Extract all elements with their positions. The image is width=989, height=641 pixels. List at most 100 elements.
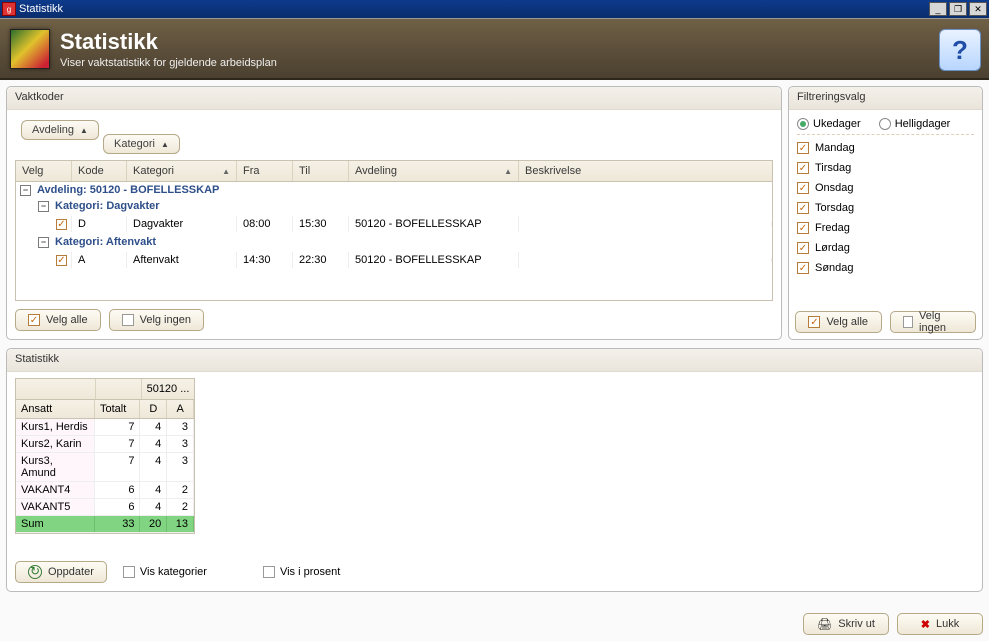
select-all-button[interactable]: ✓ Velg alle <box>15 309 101 331</box>
sort-asc-icon: ▲ <box>222 167 230 176</box>
close-window-button[interactable]: ✕ <box>969 2 987 16</box>
select-none-label: Velg ingen <box>140 314 191 326</box>
refresh-button[interactable]: Oppdater <box>15 561 107 583</box>
stat-row[interactable]: Kurs3, Amund743 <box>16 453 194 482</box>
day-wednesday[interactable]: ✓Onsdag <box>797 181 974 195</box>
minimize-button[interactable]: _ <box>929 2 947 16</box>
uncheck-icon <box>122 314 134 326</box>
row-checkbox[interactable]: ✓ <box>56 219 67 230</box>
col-avdeling[interactable]: Avdeling▲ <box>349 161 519 181</box>
page-subtitle: Viser vaktstatistikk for gjeldende arbei… <box>60 57 277 69</box>
select-all-label: Velg alle <box>46 314 88 326</box>
col-kategori-label: Kategori <box>133 165 174 177</box>
stat-grid-header-2: Ansatt Totalt D A <box>16 400 194 419</box>
checkbox-icon: ✓ <box>797 262 809 274</box>
col-til[interactable]: Til <box>293 161 349 181</box>
radio-holidays[interactable]: Helligdager <box>879 118 951 130</box>
title-bar: g Statistikk _ ❐ ✕ <box>0 0 989 18</box>
stat-row[interactable]: VAKANT4642 <box>16 482 194 499</box>
col-totalt[interactable]: Totalt <box>95 400 140 418</box>
cell-ansatt: Kurs3, Amund <box>16 453 95 481</box>
show-percent-checkbox[interactable]: Vis i prosent <box>263 566 340 578</box>
cell-fra: 08:00 <box>237 216 293 232</box>
help-button[interactable]: ? <box>939 29 981 71</box>
dept-column-header[interactable]: 50120 ... <box>142 379 194 399</box>
maximize-button[interactable]: ❐ <box>949 2 967 16</box>
filter-panel: Filtreringsvalg Ukedager Helligdager ✓Ma… <box>788 86 983 340</box>
collapse-icon[interactable]: − <box>20 185 31 196</box>
sum-label: Sum <box>16 516 95 532</box>
vaktkode-row[interactable]: ✓ A Aftenvakt 14:30 22:30 50120 - BOFELL… <box>16 250 772 270</box>
show-percent-label: Vis i prosent <box>280 566 340 578</box>
vaktkoder-panel: Vaktkoder Avdeling ▲ Kategori ▲ Velg K <box>6 86 782 340</box>
cell-d: 4 <box>140 419 167 435</box>
day-tuesday[interactable]: ✓Tirsdag <box>797 161 974 175</box>
cell-totalt: 6 <box>95 482 140 498</box>
filter-panel-title: Filtreringsvalg <box>789 87 982 110</box>
checkbox-icon: ✓ <box>797 202 809 214</box>
filter-select-all-button[interactable]: ✓ Velg alle <box>795 311 882 333</box>
cell-d: 4 <box>140 453 167 481</box>
statistics-logo-icon <box>10 29 50 69</box>
cell-beskrivelse <box>519 258 772 262</box>
cell-a: 2 <box>167 482 194 498</box>
show-categories-checkbox[interactable]: Vis kategorier <box>123 566 207 578</box>
close-button[interactable]: ✖ Lukk <box>897 613 983 635</box>
stat-row[interactable]: Kurs1, Herdis743 <box>16 419 194 436</box>
collapse-icon[interactable]: − <box>38 237 49 248</box>
cell-a: 3 <box>167 436 194 452</box>
check-icon: ✓ <box>28 314 40 326</box>
group-by-avdeling-label: Avdeling <box>32 124 74 136</box>
tree-group-kat2[interactable]: − Kategori: Aftenvakt <box>16 234 772 250</box>
radio-weekdays[interactable]: Ukedager <box>797 118 861 130</box>
day-thursday[interactable]: ✓ Torsdag <box>797 201 974 215</box>
group-by-avdeling-button[interactable]: Avdeling ▲ <box>21 120 99 140</box>
page-title: Statistikk <box>60 29 277 55</box>
col-kategori[interactable]: Kategori ▲ <box>127 161 237 181</box>
filter-select-none-button[interactable]: Velg ingen <box>890 311 977 333</box>
cell-avdeling: 50120 - BOFELLESSKAP <box>349 216 519 232</box>
statistikk-panel: Statistikk 50120 ... Ansatt Totalt D A K… <box>6 348 983 592</box>
col-fra[interactable]: Fra <box>237 161 293 181</box>
uncheck-icon <box>903 316 914 328</box>
col-kode[interactable]: Kode <box>72 161 127 181</box>
col-til-label: Til <box>299 165 310 177</box>
tree-group-avdeling[interactable]: − Avdeling: 50120 - BOFELLESSKAP <box>16 182 772 198</box>
vaktkode-row[interactable]: ✓ D Dagvakter 08:00 15:30 50120 - BOFELL… <box>16 214 772 234</box>
window-title: Statistikk <box>19 3 63 15</box>
cell-kode: A <box>72 252 127 268</box>
group-by-kategori-label: Kategori <box>114 138 155 150</box>
stat-row[interactable]: VAKANT5642 <box>16 499 194 516</box>
day-saturday[interactable]: ✓Lørdag <box>797 241 974 255</box>
group-by-kategori-button[interactable]: Kategori ▲ <box>103 134 180 154</box>
checkbox-unchecked-icon <box>123 566 135 578</box>
col-a[interactable]: A <box>167 400 194 418</box>
vaktkoder-panel-title: Vaktkoder <box>7 87 781 110</box>
col-beskrivelse[interactable]: Beskrivelse <box>519 161 772 181</box>
day-sunday[interactable]: ✓ Søndag <box>797 261 974 275</box>
print-button[interactable]: 🖨 Skriv ut <box>803 613 889 635</box>
refresh-icon <box>28 565 42 579</box>
day-label: Torsdag <box>815 202 854 214</box>
tree-group-avdeling-label: Avdeling: 50120 - BOFELLESSKAP <box>37 184 219 196</box>
cell-totalt: 7 <box>95 453 140 481</box>
collapse-icon[interactable]: − <box>38 201 49 212</box>
sort-asc-icon: ▲ <box>504 167 512 176</box>
cell-totalt: 7 <box>95 419 140 435</box>
day-label: Søndag <box>815 262 854 274</box>
select-none-button[interactable]: Velg ingen <box>109 309 204 331</box>
cell-til: 22:30 <box>293 252 349 268</box>
day-monday[interactable]: ✓Mandag <box>797 141 974 155</box>
day-friday[interactable]: ✓Fredag <box>797 221 974 235</box>
col-ansatt[interactable]: Ansatt <box>16 400 95 418</box>
col-d[interactable]: D <box>140 400 167 418</box>
col-velg[interactable]: Velg <box>16 161 72 181</box>
help-icon: ? <box>952 35 968 66</box>
day-label: Mandag <box>815 142 855 154</box>
app-icon: g <box>2 2 16 16</box>
row-checkbox[interactable]: ✓ <box>56 255 67 266</box>
stat-row[interactable]: Kurs2, Karin743 <box>16 436 194 453</box>
statistikk-grid: 50120 ... Ansatt Totalt D A Kurs1, Herdi… <box>15 378 195 534</box>
col-velg-label: Velg <box>22 165 43 177</box>
tree-group-kat1[interactable]: − Kategori: Dagvakter <box>16 198 772 214</box>
